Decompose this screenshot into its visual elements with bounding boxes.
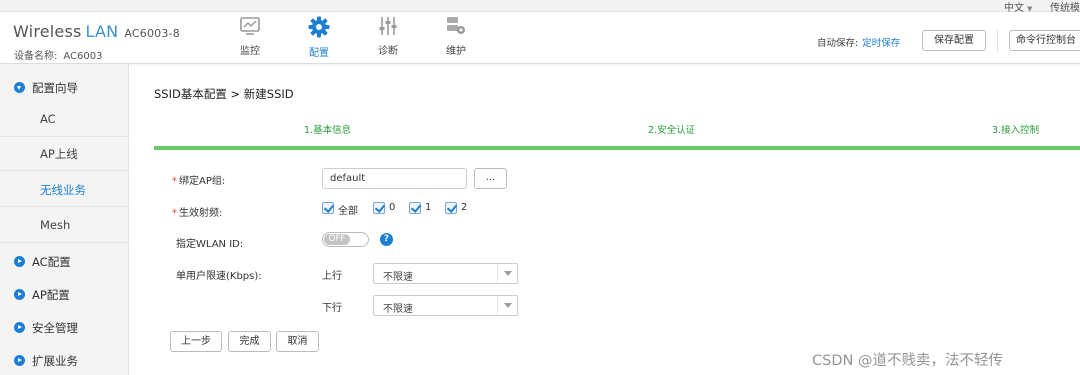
expand-icon [14,355,25,366]
sidebar-item-label: AC [40,112,56,126]
sidebar-group-label: AC配置 [32,255,71,269]
checkbox-checked-icon [445,202,457,214]
required-mark: * [172,208,177,219]
step-security-auth: 2.安全认证 [648,125,696,136]
wlan-id-label: 指定WLAN ID: [176,239,244,250]
required-mark: * [172,176,177,187]
sidebar-item-label: 无线业务 [40,183,86,197]
nav-maintenance[interactable]: 维护 [426,16,486,57]
wlan-id-toggle[interactable]: OFF [322,232,369,247]
sidebar-group-label: AP配置 [32,288,70,302]
frequency-checkbox-0[interactable]: 0 [373,202,401,216]
sidebar: 配置向导 AC AP上线 无线业务 Mesh AC配置 AP配置 安全管理 扩展… [0,64,129,375]
ap-group-label: * 绑定AP组: [172,172,225,187]
checkbox-label: 0 [389,202,396,213]
checkbox-label: 2 [461,202,468,213]
chevron-down-icon [497,264,517,283]
top-strip: 中文 ▼ 传统模 [0,0,1080,14]
sidebar-group-label: 配置向导 [32,81,78,95]
sidebar-group-label: 安全管理 [32,321,78,335]
sliders-icon [379,17,397,35]
step-basic-info: 1.基本信息 [304,125,352,136]
sidebar-group-ac-config[interactable]: AC配置 [0,247,129,277]
wizard-progress-bar [154,146,1080,150]
downlink-value: 不限速 [383,304,413,315]
nav-diagnose-label: 诊断 [378,46,398,57]
autosave: 自动保存: 定时保存 [817,35,900,49]
expand-icon [14,322,25,333]
device-name-label: 设备名称: [14,51,58,62]
ap-group-input[interactable]: default [322,168,467,189]
breadcrumb: SSID基本配置 > 新建SSID [154,87,294,101]
expand-icon [14,289,25,300]
watermark: CSDN @道不贱卖，法不轻传 [812,353,1003,369]
frequency-checkbox-2[interactable]: 2 [445,202,473,216]
cli-console-button[interactable]: 命令行控制台 [1009,30,1080,51]
sidebar-group-extended-service[interactable]: 扩展业务 [0,346,129,375]
frequency-label-text: 生效射频: [179,208,223,219]
device-name-value: AC6003 [63,51,103,62]
sidebar-group-label: 扩展业务 [32,354,78,368]
downlink-label: 下行 [322,303,342,314]
cancel-button[interactable]: 取消 [276,331,319,352]
brand-lan: LAN [85,22,119,41]
sidebar-group-config-wizard[interactable]: 配置向导 [0,73,129,103]
downlink-select[interactable]: 不限速 [373,295,518,316]
brand-name: Wireless [13,22,82,41]
checkbox-checked-icon [409,202,421,214]
nav-config[interactable]: 配置 [289,16,349,59]
nav-maintenance-label: 维护 [446,46,466,57]
wizard-steps: 1.基本信息 2.安全认证 3.接入控制 [154,112,1080,152]
autosave-link[interactable]: 定时保存 [862,38,900,49]
nav-diagnose[interactable]: 诊断 [358,16,418,57]
help-icon[interactable]: ? [380,233,393,246]
checkbox-label: 全部 [338,206,358,217]
brand-logo: Wireless LAN AC6003-8 [13,22,180,41]
frequency-checkbox-1[interactable]: 1 [409,202,437,216]
checkbox-label: 1 [425,202,432,213]
uplink-label: 上行 [322,271,342,282]
save-config-button[interactable]: 保存配置 [922,30,986,51]
sidebar-item-wireless-service[interactable]: 无线业务 [0,173,129,207]
checkbox-checked-icon [373,202,385,214]
toggle-state: OFF [324,234,350,245]
rate-limit-label: 单用户限速(Kbps): [176,271,262,282]
nav-config-label: 配置 [309,48,329,59]
autosave-label: 自动保存: [817,38,859,49]
uplink-select[interactable]: 不限速 [373,263,518,284]
step-access-control: 3.接入控制 [992,125,1040,136]
sidebar-item-ac[interactable]: AC [0,103,129,137]
chevron-down-icon [497,296,517,315]
header-divider [997,30,998,52]
frequency-label: * 生效射频: [172,204,222,219]
sidebar-item-ap-online[interactable]: AP上线 [0,137,129,171]
gear-icon [308,16,330,38]
sidebar-item-label: AP上线 [40,147,78,161]
nav-monitor-label: 监控 [240,46,260,57]
sidebar-group-security[interactable]: 安全管理 [0,313,129,343]
expand-icon [14,256,25,267]
prev-step-button[interactable]: 上一步 [170,331,222,352]
expand-icon [14,82,25,93]
frequency-checkbox-all[interactable]: 全部 [322,202,362,217]
finish-button[interactable]: 完成 [228,331,271,352]
sidebar-group-ap-config[interactable]: AP配置 [0,280,129,310]
header: WirelessLAN AC6003-8 设备名称: AC6003 监控 配置 [0,12,1080,64]
maintenance-icon [447,17,465,34]
device-model: AC6003-8 [124,27,180,40]
uplink-value: 不限速 [383,272,413,283]
sidebar-item-mesh[interactable]: Mesh [0,209,129,243]
monitor-icon [240,17,260,35]
nav-monitor[interactable]: 监控 [220,16,280,57]
ap-group-label-text: 绑定AP组: [179,176,226,187]
device-name: 设备名称: AC6003 [14,47,102,62]
sidebar-item-label: Mesh [40,218,71,232]
checkbox-checked-icon [322,202,334,214]
browse-ap-group-button[interactable]: ... [474,168,507,189]
